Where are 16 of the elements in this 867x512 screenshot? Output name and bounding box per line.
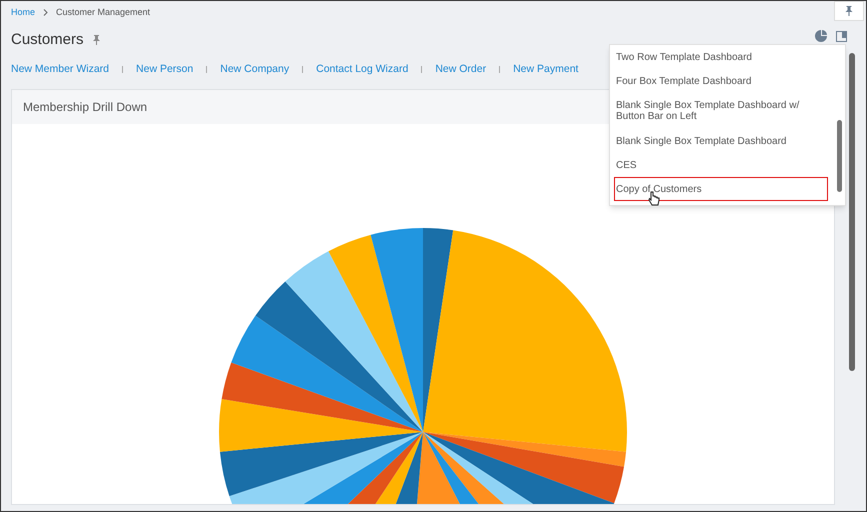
- action-link[interactable]: New Payment: [513, 62, 578, 78]
- breadcrumb-link[interactable]: Home: [11, 6, 36, 20]
- breadcrumb-text: Customer Management: [56, 6, 150, 19]
- action-link[interactable]: New Company: [220, 62, 290, 78]
- action-link[interactable]: New Order: [435, 62, 486, 78]
- menu-item[interactable]: Four Box Template Dashboard: [614, 69, 828, 93]
- menu-item[interactable]: CES: [614, 153, 828, 177]
- menu-item[interactable]: Copy of Customers: [614, 177, 828, 201]
- action-link[interactable]: New Member Wizard: [11, 62, 110, 78]
- action-link[interactable]: New Person: [136, 62, 194, 78]
- card-title: Membership Drill Down: [23, 99, 148, 116]
- menu-item[interactable]: Two Row Template Dashboard: [614, 45, 828, 69]
- menu-item[interactable]: Blank Single Box Template Dashboard: [614, 129, 828, 153]
- menu-item[interactable]: Blank Single Box Template Dashboard w/ Button Bar on Left: [614, 93, 828, 129]
- page-title: Customers: [11, 30, 84, 50]
- action-link[interactable]: Contact Log Wizard: [316, 62, 408, 78]
